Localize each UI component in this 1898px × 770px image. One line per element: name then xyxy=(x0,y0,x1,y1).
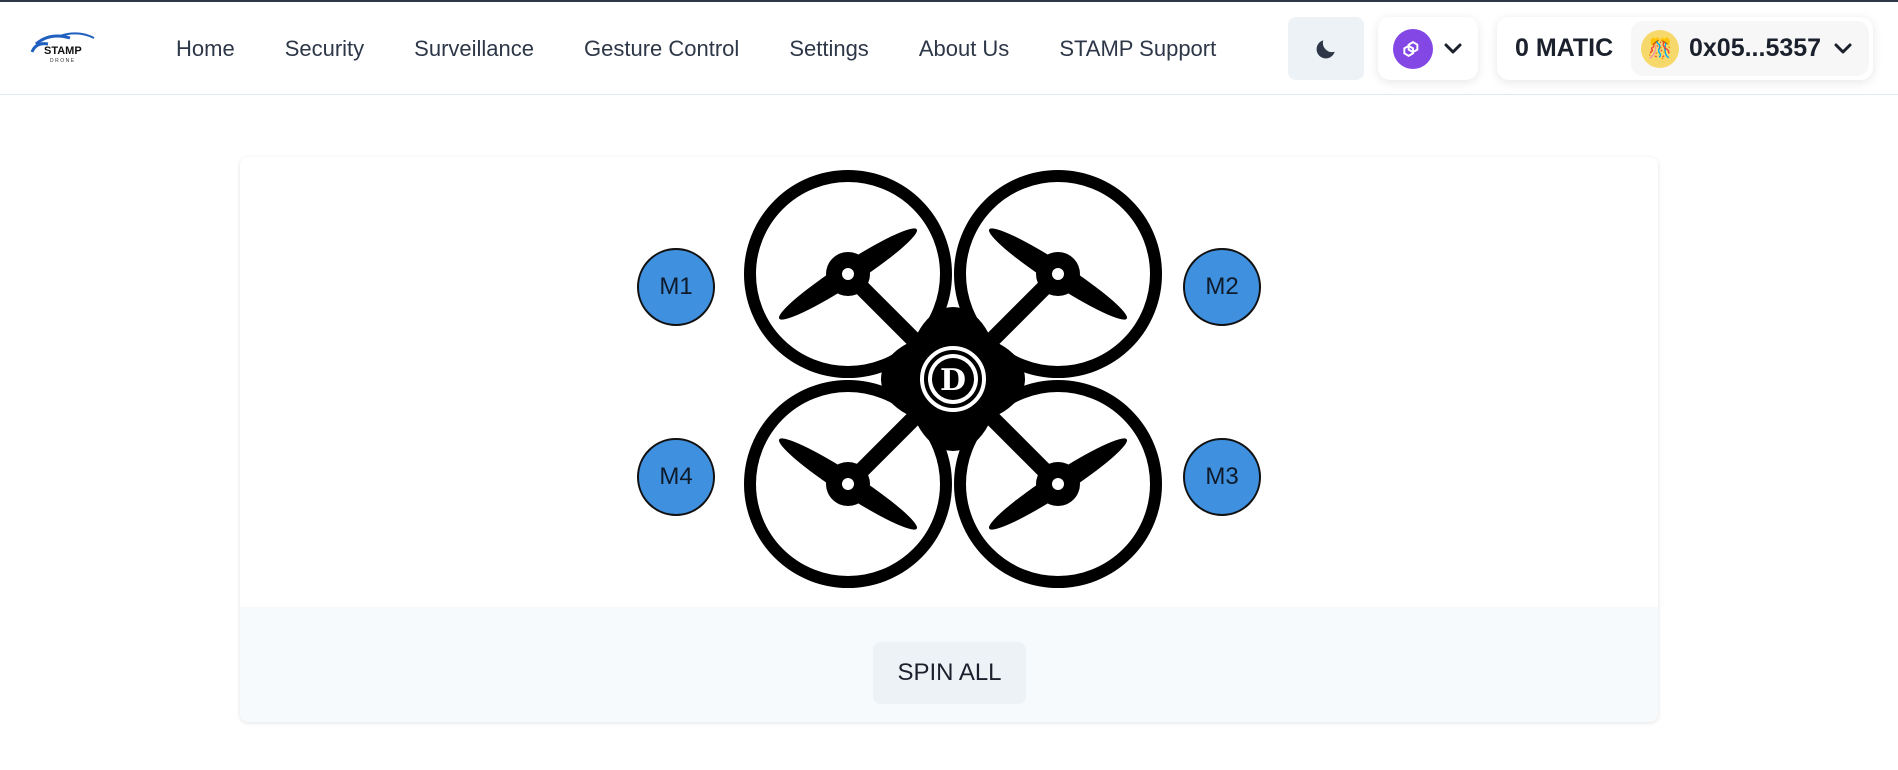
wallet-balance: 0 MATIC xyxy=(1515,34,1614,62)
stamp-drone-logo[interactable]: STAMP DRONE xyxy=(30,30,100,66)
hub-letter: D xyxy=(940,363,966,398)
chevron-down-icon xyxy=(1444,43,1462,53)
quadcopter-diagram: D xyxy=(728,157,1178,607)
propeller-m1 xyxy=(778,228,918,320)
nav-settings[interactable]: Settings xyxy=(789,36,869,62)
motor-m2-button[interactable]: M2 xyxy=(1183,248,1261,326)
avatar-emoji: 🎊 xyxy=(1647,38,1673,60)
moon-icon xyxy=(1316,39,1335,58)
motor-m1-button[interactable]: M1 xyxy=(637,248,715,326)
network-selector-button[interactable] xyxy=(1378,17,1478,80)
navbar: STAMP DRONE Home Security Surveillance G… xyxy=(0,2,1898,95)
nav-surveillance[interactable]: Surveillance xyxy=(414,36,534,62)
nav-security[interactable]: Security xyxy=(285,36,364,62)
wallet-address: 0x05...5357 xyxy=(1689,34,1822,62)
polygon-icon xyxy=(1393,28,1433,69)
nav-stamp-support[interactable]: STAMP Support xyxy=(1059,36,1216,62)
svg-text:DRONE: DRONE xyxy=(50,58,76,64)
propeller-m4 xyxy=(778,438,918,530)
nav-about-us[interactable]: About Us xyxy=(919,36,1010,62)
card-footer: SPIN ALL xyxy=(240,607,1658,722)
propeller-m3 xyxy=(988,438,1128,530)
propeller-m2 xyxy=(988,228,1128,320)
avatar: 🎊 xyxy=(1641,29,1679,68)
main-nav: Home Security Surveillance Gesture Contr… xyxy=(176,2,1266,95)
motor-m4-button[interactable]: M4 xyxy=(637,438,715,516)
card-body: D M1 M2 M4 M3 xyxy=(240,157,1658,607)
motor-control-card: D M1 M2 M4 M3 SPIN ALL xyxy=(240,157,1658,722)
nav-home[interactable]: Home xyxy=(176,36,235,62)
motor-m3-button[interactable]: M3 xyxy=(1183,438,1261,516)
spin-all-button[interactable]: SPIN ALL xyxy=(873,642,1026,704)
wallet-widget: 0 MATIC 🎊 0x05...5357 xyxy=(1497,17,1873,80)
account-button[interactable]: 🎊 0x05...5357 xyxy=(1631,21,1869,76)
nav-gesture-control[interactable]: Gesture Control xyxy=(584,36,739,62)
chevron-down-icon xyxy=(1834,43,1852,53)
svg-text:STAMP: STAMP xyxy=(44,45,82,57)
theme-toggle-button[interactable] xyxy=(1288,17,1364,80)
